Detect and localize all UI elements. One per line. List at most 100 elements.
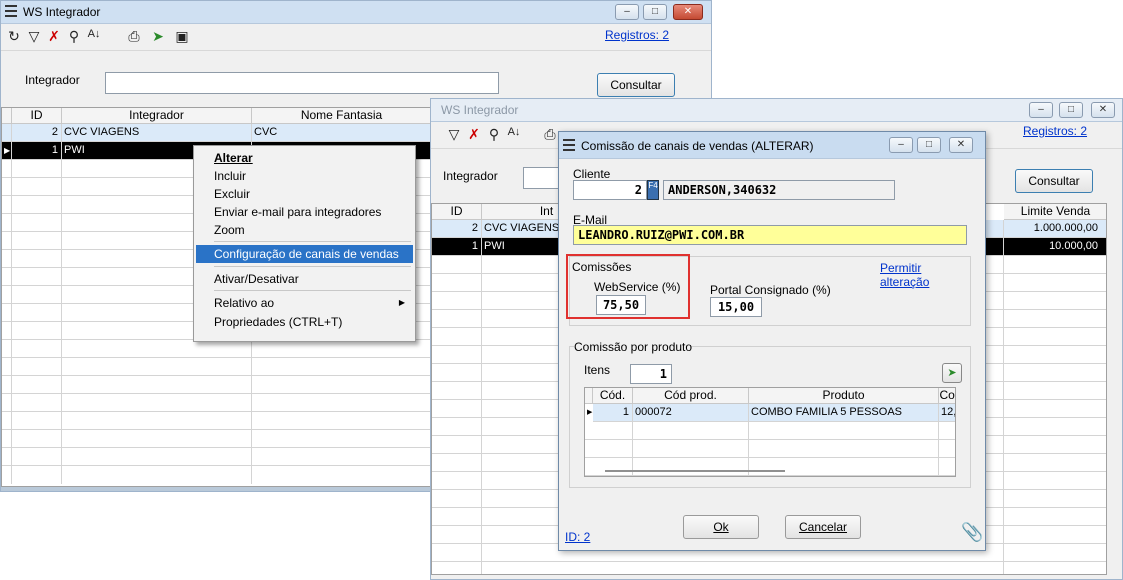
menu-item-zoom[interactable]: Zoom [196,221,413,239]
product-column-produto[interactable]: Produto [749,388,939,404]
consultar-button[interactable]: Consultar [597,73,675,97]
cancelar-label: Cancelar [798,520,848,534]
sort-icon[interactable]: A↓ [85,28,103,40]
itens-label: Itens [584,363,611,377]
row-pointer-icon: ▶ [585,404,593,422]
ok-button[interactable]: Ok [683,515,759,539]
save-icon[interactable]: ▣ [173,28,191,45]
minimize-button[interactable]: – [889,137,913,153]
product-grid: Cód. Cód prod. Produto Comi ▶ 1 000072 C… [584,387,956,477]
cell-cod: 1 [622,406,629,418]
minimize-button[interactable]: – [615,4,639,20]
consultar-button[interactable]: Consultar [1015,169,1093,193]
portal-consignado-label: Portal Consignado (%) [710,283,831,297]
filter-icon[interactable]: ▽ [445,126,463,143]
refresh-icon[interactable]: ↻ [5,28,23,45]
menu-separator [214,290,411,291]
menu-separator [214,266,411,267]
maximize-button[interactable]: □ [917,137,941,153]
maximize-button[interactable]: □ [1059,102,1083,118]
cliente-label: Cliente [573,167,611,181]
cell-integrador: CVC VIAGENS [64,126,140,138]
menu-item-configuracao-canais[interactable]: Configuração de canais de vendas [196,245,413,263]
close-button[interactable]: ✕ [673,4,703,20]
clear-filter-icon[interactable]: ✗ [45,28,63,45]
cliente-id-field[interactable]: 2 [573,180,647,200]
portal-consignado-value: 15,00 [717,300,755,314]
permitir-alteracao-link[interactable]: Permitir alteração [880,261,970,289]
product-column-indicator [585,388,593,404]
column-header-nome-fantasia[interactable]: Nome Fantasia [252,108,430,124]
column-header-integrador[interactable]: Integrador [62,108,252,124]
cell-cod-prod: 000072 [635,406,672,418]
submenu-arrow-icon: ▶ [398,298,405,307]
product-column-cod[interactable]: Cód. [593,388,633,404]
menu-item-label: Ativar/Desativar [214,272,299,286]
cell-id: 2 [51,126,58,138]
close-button[interactable]: ✕ [1091,102,1115,118]
integrador-search-input[interactable] [105,72,499,94]
registros-link[interactable]: Registros: 2 [1023,124,1087,138]
product-column-comissao[interactable]: Comi [939,388,955,404]
column-header-id[interactable]: ID [432,204,482,220]
portal-consignado-field[interactable]: 15,00 [710,297,762,317]
cancelar-button[interactable]: Cancelar [785,515,861,539]
column-header-limite-venda[interactable]: Limite Venda [1004,204,1106,220]
product-row[interactable]: ▶ 1 000072 COMBO FAMILIA 5 PESSOAS 12,00 [585,404,955,422]
table-row[interactable]: 2 CVC VIAGENS CVC [2,124,430,142]
comissoes-label: Comissões [572,260,632,274]
window-menu-icon[interactable] [5,5,17,17]
attachment-clip-icon[interactable]: 📎 [961,522,983,543]
cell-produto: COMBO FAMILIA 5 PESSOAS [751,406,902,418]
zoom-icon[interactable]: ⚲ [485,126,503,143]
menu-item-incluir[interactable]: Incluir [196,167,413,185]
title-bar: WS Integrador – □ ✕ [431,99,1122,122]
zoom-icon[interactable]: ⚲ [65,28,83,45]
menu-item-relativo-ao[interactable]: Relativo ao ▶ [196,294,413,312]
menu-item-label: Configuração de canais de vendas [214,247,399,261]
add-product-button[interactable]: ➤ [942,363,962,383]
webservice-value: 75,50 [602,298,640,312]
menu-item-label: Excluir [214,187,251,201]
integrador-label: Integrador [25,73,80,87]
f4-label: F4 [648,181,658,190]
print-icon[interactable]: ⎙ [541,126,559,143]
menu-item-enviar-email[interactable]: Enviar e-mail para integradores [196,203,413,221]
menu-item-label: Incluir [214,169,247,183]
filter-icon[interactable]: ▽ [25,28,43,45]
menu-item-alterar[interactable]: Alterar [196,149,413,167]
sort-icon[interactable]: A↓ [505,126,523,138]
comissao-produto-group: Comissão por produto Itens 1 ➤ Cód. Cód … [569,340,971,488]
cell-comissao: 12,00 [941,406,956,418]
context-menu: Alterar Incluir Excluir Enviar e-mail pa… [193,145,416,342]
webservice-field[interactable]: 75,50 [596,295,646,315]
menu-item-excluir[interactable]: Excluir [196,185,413,203]
id-link[interactable]: ID: 2 [565,530,590,544]
export-icon[interactable]: ➤ [149,28,167,45]
comissao-produto-label: Comissão por produto [574,340,693,354]
column-header-id[interactable]: ID [12,108,62,124]
print-icon[interactable]: ⎙ [125,28,143,45]
dialog-title-bar: Comissão de canais de vendas (ALTERAR) –… [559,132,985,159]
window-menu-icon[interactable] [563,139,575,151]
product-column-cod-prod[interactable]: Cód prod. [633,388,749,404]
menu-item-ativar-desativar[interactable]: Ativar/Desativar [196,270,413,288]
registros-link[interactable]: Registros: 2 [605,28,669,42]
cell-integrador: PWI [484,240,505,252]
cell-id: 1 [471,240,478,252]
horizontal-scrollbar[interactable] [605,470,785,472]
toolbar: ↻ ▽ ✗ ⚲ A↓ ⎙ ➤ ▣ Registros: 2 [1,24,711,51]
menu-item-propriedades[interactable]: Propriedades (CTRL+T) [196,313,413,331]
webservice-label: WebService (%) [594,280,681,294]
clear-filter-icon[interactable]: ✗ [465,126,483,143]
menu-item-label: Enviar e-mail para integradores [214,205,382,219]
minimize-button[interactable]: – [1029,102,1053,118]
email-field[interactable]: LEANDRO.RUIZ@PWI.COM.BR [573,225,967,245]
maximize-button[interactable]: □ [643,4,667,20]
column-header-indicator [2,108,12,124]
cliente-name-value: ANDERSON,340632 [668,183,777,197]
close-button[interactable]: ✕ [949,137,973,153]
window-title: WS Integrador [23,5,101,19]
f4-lookup-button[interactable]: F4 [647,180,659,200]
cell-id: 2 [471,222,478,234]
